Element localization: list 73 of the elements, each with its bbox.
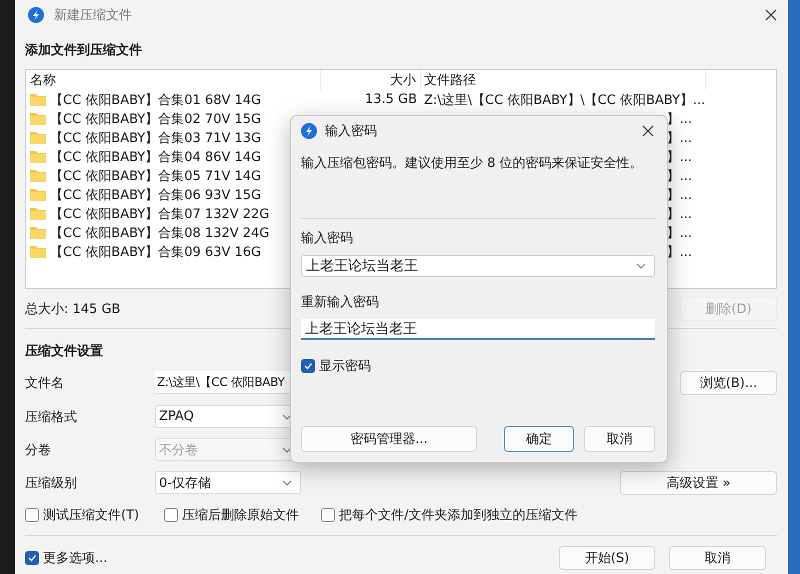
column-header[interactable]: 名称 bbox=[26, 70, 321, 90]
checkbox-label: 压缩后删除原始文件 bbox=[182, 507, 300, 524]
folder-icon bbox=[30, 207, 46, 220]
column-header[interactable]: 文件路径 bbox=[421, 70, 706, 90]
password-combobox[interactable]: 上老王论坛当老王 bbox=[301, 255, 655, 277]
browse-button[interactable]: 浏览(B)... bbox=[680, 370, 777, 394]
folder-icon bbox=[30, 169, 46, 182]
cancel-button[interactable]: 取消 bbox=[669, 546, 766, 570]
section-heading: 压缩文件设置 bbox=[25, 342, 104, 361]
file-path: 】... bbox=[666, 226, 692, 240]
file-path: 】... bbox=[666, 244, 692, 260]
field-label: 输入密码 bbox=[301, 230, 354, 247]
file-path: 】... bbox=[666, 150, 692, 164]
checkbox[interactable] bbox=[25, 508, 39, 522]
dropdown[interactable]: 0-仅存储 bbox=[155, 471, 301, 494]
file-name[interactable]: 【CC 依阳BABY】合集03 71V 13G bbox=[50, 128, 262, 146]
column-header[interactable]: 大小 bbox=[321, 70, 421, 90]
folder-icon bbox=[30, 93, 46, 106]
dialog-message: 输入压缩包密码。建议使用至少 8 位的密码来保证安全性。 bbox=[301, 155, 644, 173]
field-label: 压缩级别 bbox=[25, 474, 78, 492]
field-label: 文件名 bbox=[25, 374, 65, 392]
dialog-button[interactable]: 确定 bbox=[504, 426, 574, 452]
checkbox[interactable] bbox=[164, 508, 178, 522]
folder-icon bbox=[30, 245, 46, 258]
caret-icon bbox=[282, 480, 292, 486]
file-name[interactable]: 【CC 依阳BABY】合集08 132V 24G bbox=[50, 224, 270, 242]
folder-icon bbox=[30, 226, 46, 239]
caret-icon bbox=[282, 414, 292, 420]
file-name[interactable]: 【CC 依阳BABY】合集01 68V 14G bbox=[50, 90, 262, 108]
check-icon bbox=[27, 553, 37, 563]
file-path: 】... bbox=[666, 188, 692, 202]
app-icon bbox=[301, 123, 317, 139]
file-path: 】... bbox=[666, 168, 692, 184]
checkbox[interactable] bbox=[25, 551, 39, 565]
file-name[interactable]: 【CC 依阳BABY】合集05 71V 14G bbox=[50, 166, 262, 184]
start-button[interactable]: 开始(S) bbox=[559, 546, 655, 570]
checkbox[interactable] bbox=[301, 359, 315, 373]
file-path: 】... bbox=[666, 206, 692, 222]
check-icon bbox=[303, 361, 313, 371]
file-name[interactable]: 【CC 依阳BABY】合集07 132V 22G bbox=[50, 204, 270, 222]
file-name[interactable]: 【CC 依阳BABY】合集06 93V 15G bbox=[50, 186, 262, 204]
file-name[interactable]: 【CC 依阳BABY】合集04 86V 14G bbox=[50, 148, 262, 166]
file-name[interactable]: 【CC 依阳BABY】合集02 70V 15G bbox=[50, 110, 262, 128]
field-label: 分卷 bbox=[25, 442, 52, 458]
total-size: 总大小: 145 GB bbox=[25, 301, 120, 318]
field-label: 压缩格式 bbox=[25, 408, 78, 426]
section-heading: 添加文件到压缩文件 bbox=[25, 42, 143, 60]
caret-icon bbox=[282, 446, 292, 452]
dialog-button[interactable]: 密码管理器... bbox=[301, 426, 477, 452]
file-name[interactable]: 【CC 依阳BABY】合集09 63V 16G bbox=[50, 242, 262, 260]
app-icon bbox=[28, 7, 44, 23]
file-path: Z:\这里\【CC 依阳BABY】\【CC 依阳BABY】... bbox=[424, 92, 706, 108]
folder-icon bbox=[30, 188, 46, 201]
advanced-settings-button[interactable]: 高级设置 » bbox=[620, 470, 777, 494]
field-label: 重新输入密码 bbox=[301, 294, 380, 311]
dialog-title: 输入密码 bbox=[325, 123, 378, 140]
checkbox-label: 显示密码 bbox=[319, 358, 371, 375]
checkbox-label: 更多选项... bbox=[43, 550, 108, 567]
file-size: 13.5 GB bbox=[364, 92, 418, 107]
window-title: 新建压缩文件 bbox=[54, 7, 133, 24]
file-path: 】... bbox=[666, 112, 692, 126]
checkbox-label: 测试压缩文件(T) bbox=[43, 507, 140, 524]
checkbox-label: 把每个文件/文件夹添加到独立的压缩文件 bbox=[339, 507, 578, 524]
close-icon[interactable] bbox=[641, 124, 655, 138]
caret-icon bbox=[636, 263, 646, 269]
close-icon[interactable] bbox=[764, 8, 778, 22]
dialog-button[interactable]: 取消 bbox=[584, 426, 655, 452]
password-input[interactable]: 上老王论坛当老王 bbox=[301, 319, 655, 340]
folder-icon bbox=[30, 150, 46, 163]
file-path: 】... bbox=[666, 130, 692, 146]
folder-icon bbox=[30, 131, 46, 144]
folder-icon bbox=[30, 112, 46, 125]
checkbox[interactable] bbox=[321, 508, 336, 522]
